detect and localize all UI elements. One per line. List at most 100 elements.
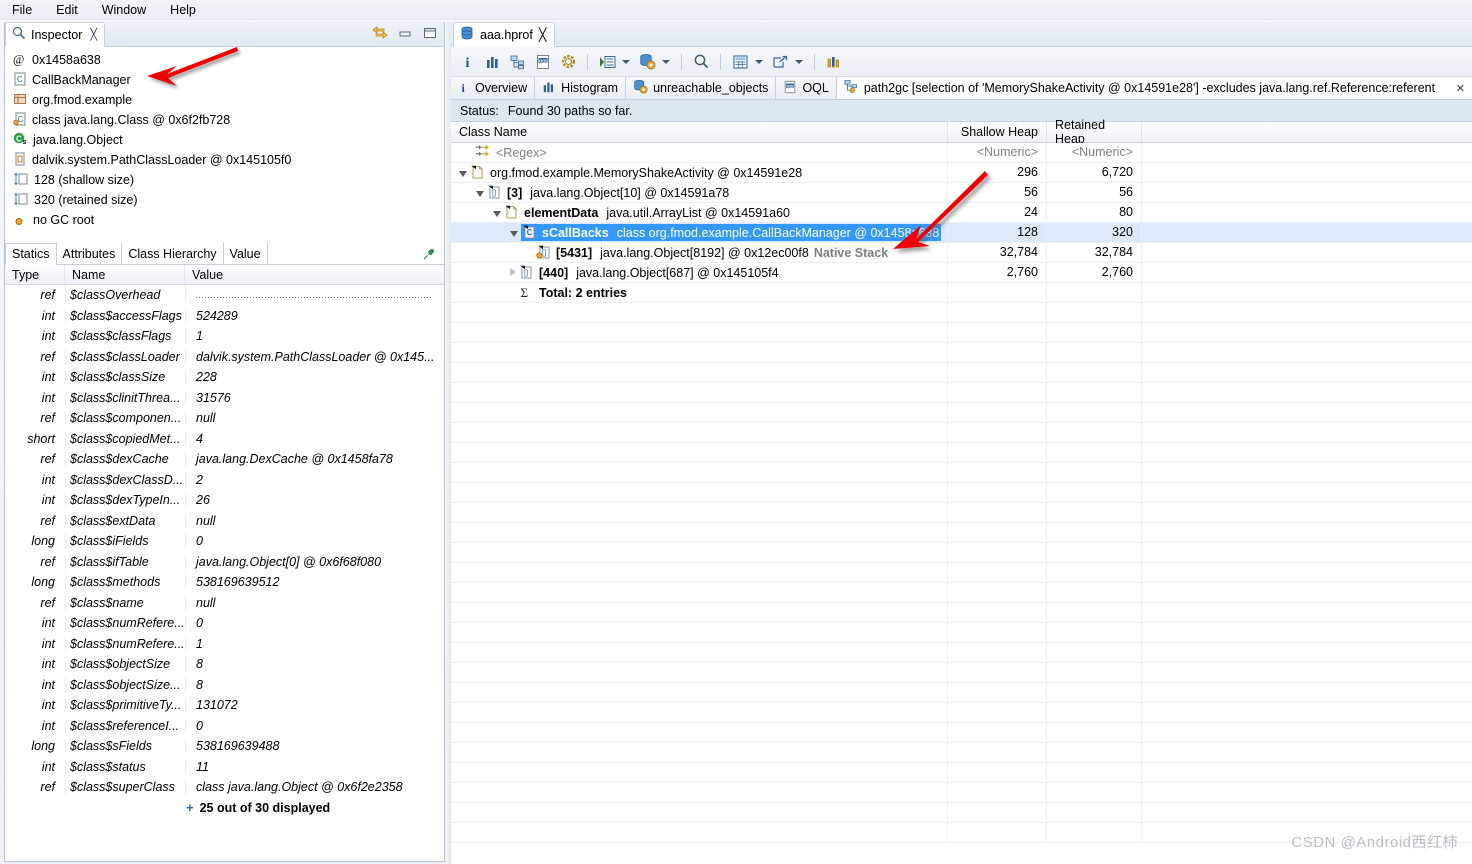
statics-row[interactable]: int $class$dexTypeIn... 26 [5,490,444,511]
list-item[interactable]: C class java.lang.Class @ 0x6f2fb728 [9,110,444,130]
histogram-icon[interactable] [482,51,504,73]
menu-item-file[interactable]: File [8,2,36,18]
chevron-down-icon[interactable] [662,59,670,64]
run-expert-system-icon[interactable] [596,51,618,73]
minimize-icon[interactable] [397,25,413,41]
list-item[interactable]: 128 (shallow size) [9,170,444,190]
table-row[interactable]: [] [3] java.lang.Object[10] @ 0x14591a78 56… [451,183,1472,203]
filter-shallow[interactable]: <Numeric> [948,143,1047,162]
statics-cell-value: 26 [185,493,444,508]
statics-row[interactable]: int $class$objectSize... 8 [5,675,444,696]
menu-item-window[interactable]: Window [98,2,150,18]
tab-oql[interactable]: OQL OQL [776,77,837,99]
query-browser-icon[interactable] [636,51,658,73]
calculator-icon[interactable] [729,51,751,73]
list-item[interactable]: @ 0x1458a638 [9,50,444,70]
statics-row[interactable]: int $class$classSize 228 [5,367,444,388]
filter-row[interactable]: <Regex> <Numeric> <Numeric> [451,143,1472,163]
column-header-name[interactable]: Name [65,265,185,284]
maximize-icon[interactable] [422,25,438,41]
statics-row[interactable]: int $class$accessFlags 524289 [5,306,444,327]
chevron-down-icon[interactable] [755,59,763,64]
statics-row[interactable]: ref $class$extData null [5,511,444,532]
overview-info-icon[interactable]: i [457,51,479,73]
statics-row[interactable]: long $class$sFields 538169639488 [5,736,444,757]
tab-attributes[interactable]: Attributes [56,243,123,264]
statics-row[interactable]: int $class$numRefere... 1 [5,634,444,655]
chevron-down-icon[interactable] [622,59,630,64]
link-with-editor-icon[interactable] [372,25,388,41]
oql-icon[interactable]: OQL [532,51,554,73]
export-icon[interactable] [769,51,791,73]
tab-aaa-hprof[interactable]: aaa.hprof ╳ [453,22,556,47]
compare-icon[interactable] [823,51,845,73]
filter-class-name[interactable]: <Regex> [496,146,547,160]
statics-row[interactable]: int $class$numRefere... 0 [5,613,444,634]
filter-retained[interactable]: <Numeric> [1047,143,1142,162]
statics-cell-value: 0 [185,718,444,733]
table-row[interactable]: CsCallBacks class org.fmod.example.CallBa… [451,223,1472,243]
statics-cell-value: 538169639512 [185,575,444,590]
statics-row[interactable]: ref $class$dexCache java.lang.DexCache @ 0… [5,449,444,470]
list-item[interactable]: 320 (retained size) [9,190,444,210]
leak-suspects-gear-icon[interactable] [557,51,579,73]
menu-item-edit[interactable]: Edit [52,2,82,18]
array-icon: [] [519,265,533,280]
chevron-right-icon[interactable] [510,268,516,277]
statics-row[interactable]: long $class$iFields 0 [5,531,444,552]
statics-row[interactable]: int $class$clinitThrea... 31576 [5,388,444,409]
statics-row[interactable]: int $class$referenceI... 0 [5,716,444,737]
statics-footer[interactable]: +25 out of 30 displayed [5,798,444,818]
statics-row[interactable]: int $class$status 11 [5,757,444,778]
statics-row[interactable]: int $class$primitiveTy... 131072 [5,695,444,716]
statics-cell-value: 228 [185,370,444,385]
table-row[interactable]: Σ Total: 2 entries [451,283,1472,303]
tab-class-hierarchy[interactable]: Class Hierarchy [122,243,224,264]
table-row[interactable]: elementData java.util.ArrayList @ 0x14591… [451,203,1472,223]
statics-row[interactable]: ref $classOverhead [5,285,444,306]
statics-row[interactable]: ref $class$superClass class java.lang.Obje… [5,777,444,798]
column-header-value[interactable]: Value [185,265,444,284]
column-header-retained-heap[interactable]: Retained Heap [1047,118,1142,146]
list-item[interactable]: org.fmod.example [9,90,444,110]
table-row[interactable]: org.fmod.example.MemoryShakeActivity @ 0… [451,163,1472,183]
chevron-down-icon[interactable] [459,171,467,177]
close-icon[interactable]: ╳ [539,27,547,42]
column-header-type[interactable]: Type [5,265,65,284]
tab-value[interactable]: Value [223,243,268,264]
pin-icon[interactable] [423,247,436,263]
column-header-class-name[interactable]: Class Name [451,122,948,142]
tab-overview[interactable]: i Overview [451,77,536,99]
statics-row[interactable]: ref $class$componen... null [5,408,444,429]
statics-row[interactable]: ref $class$name null [5,593,444,614]
statics-row[interactable]: int $class$objectSize 8 [5,654,444,675]
chevron-down-icon[interactable] [493,211,501,217]
expand-icon[interactable]: + [186,800,194,815]
close-icon[interactable]: ✕ [1456,82,1465,95]
statics-row[interactable]: int $class$dexClassD... 2 [5,470,444,491]
table-row[interactable]: [] [440] java.lang.Object[687] @ 0x145105f… [451,263,1472,283]
chevron-down-icon[interactable] [795,59,803,64]
tab-histogram[interactable]: Histogram [535,77,627,99]
dominator-tree-icon[interactable] [507,51,529,73]
statics-row[interactable]: int $class$classFlags 1 [5,326,444,347]
tab-inspector[interactable]: Inspector ╳ [5,22,106,47]
list-item[interactable]: C CallBackManager [9,70,444,90]
statics-row[interactable]: long $class$methods 538169639512 [5,572,444,593]
tab-unreachable-objects[interactable]: unreachable_objects [626,77,777,99]
tab-statics[interactable]: Statics [5,243,57,265]
column-header-shallow-heap[interactable]: Shallow Heap [948,122,1047,142]
statics-row[interactable]: ref $class$ifTable java.lang.Object[0] @ 0… [5,552,444,573]
list-item[interactable]: dalvik.system.PathClassLoader @ 0x145105… [9,150,444,170]
close-icon[interactable]: ╳ [90,28,97,41]
statics-row[interactable]: ref $class$classLoader dalvik.system.PathC… [5,347,444,368]
chevron-down-icon[interactable] [476,191,484,197]
tab-path2gc[interactable]: path2gc [selection of 'MemoryShakeActivi… [836,77,1472,99]
statics-row[interactable]: short $class$copiedMet... 4 [5,429,444,450]
chevron-down-icon[interactable] [510,231,518,237]
find-magnifier-icon[interactable] [690,51,712,73]
list-item[interactable]: C s java.lang.Object [9,130,444,150]
table-row[interactable]: [] [5431] java.lang.Object[8192] @ 0x12ec0… [451,243,1472,263]
menu-item-help[interactable]: Help [166,2,200,18]
list-item[interactable]: no GC root [9,210,444,230]
